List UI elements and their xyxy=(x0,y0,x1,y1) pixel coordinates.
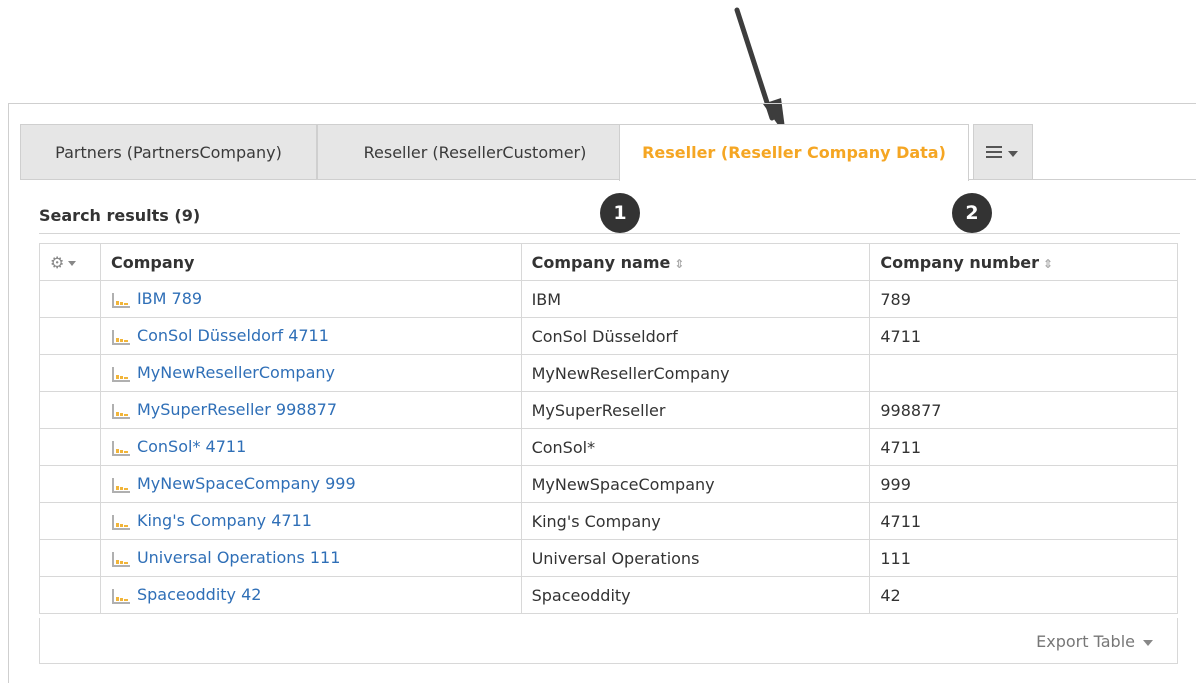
table-header-row: ⚙ Company Company name ⇕ Company number ⇕ xyxy=(39,243,1178,281)
tab-label: Reseller (ResellerCustomer) xyxy=(363,143,587,162)
chevron-down-icon xyxy=(1008,151,1018,157)
results-divider xyxy=(39,233,1180,234)
company-link[interactable]: IBM 789 xyxy=(137,289,202,308)
row-select-cell[interactable] xyxy=(39,502,101,540)
company-number-cell: 789 xyxy=(869,280,1178,318)
company-link[interactable]: King's Company 4711 xyxy=(137,511,312,530)
row-select-cell[interactable] xyxy=(39,539,101,577)
company-number-cell: 4711 xyxy=(869,317,1178,355)
tab-partners[interactable]: Partners (PartnersCompany) xyxy=(20,124,317,179)
company-cell: MyNewSpaceCompany 999 xyxy=(99,465,522,503)
tab-label: Reseller (Reseller Company Data) xyxy=(642,143,946,162)
company-name-cell: IBM xyxy=(520,280,871,318)
table-row[interactable]: IBM 789 IBM 789 xyxy=(39,280,1178,318)
header-company-name[interactable]: Company name ⇕ xyxy=(520,243,871,281)
header-company-number[interactable]: Company number ⇕ xyxy=(869,243,1178,281)
company-cell: MyNewResellerCompany xyxy=(99,354,522,392)
row-select-cell[interactable] xyxy=(39,428,101,466)
company-name-cell: MySuperReseller xyxy=(520,391,871,429)
tab-bar: Partners (PartnersCompany) Reseller (Res… xyxy=(20,124,1196,181)
sort-icon[interactable]: ⇕ xyxy=(1043,257,1053,271)
company-number-cell: 4711 xyxy=(869,428,1178,466)
table-row[interactable]: MySuperReseller 998877 MySuperReseller 998… xyxy=(39,391,1178,429)
row-select-cell[interactable] xyxy=(39,391,101,429)
company-number-cell: 111 xyxy=(869,539,1178,577)
header-company[interactable]: Company xyxy=(99,243,522,281)
table-row[interactable]: Spaceoddity 42 Spaceoddity 42 xyxy=(39,576,1178,614)
row-select-cell[interactable] xyxy=(39,317,101,355)
company-name-cell: MyNewResellerCompany xyxy=(520,354,871,392)
company-icon xyxy=(111,440,130,456)
tab-menu-button[interactable] xyxy=(973,124,1033,179)
header-label: Company name xyxy=(531,252,671,272)
company-icon xyxy=(111,551,130,567)
header-label: Company xyxy=(110,252,195,272)
company-number-cell: 999 xyxy=(869,465,1178,503)
callout-badge-2: 2 xyxy=(952,193,992,233)
company-cell: MySuperReseller 998877 xyxy=(99,391,522,429)
table-row[interactable]: ConSol* 4711 ConSol* 4711 xyxy=(39,428,1178,466)
company-number-cell: 4711 xyxy=(869,502,1178,540)
company-link[interactable]: MySuperReseller 998877 xyxy=(137,400,337,419)
company-link[interactable]: MyNewSpaceCompany 999 xyxy=(137,474,356,493)
tab-divider xyxy=(20,179,1196,180)
table-settings-button[interactable]: ⚙ xyxy=(39,243,101,281)
row-select-cell[interactable] xyxy=(39,465,101,503)
callout-badge-1: 1 xyxy=(600,193,640,233)
company-icon xyxy=(111,588,130,604)
company-link[interactable]: Spaceoddity 42 xyxy=(137,585,262,604)
row-select-cell[interactable] xyxy=(39,280,101,318)
company-link[interactable]: ConSol* 4711 xyxy=(137,437,246,456)
company-cell: IBM 789 xyxy=(99,280,522,318)
table-row[interactable]: ConSol Düsseldorf 4711 ConSol Düsseldorf 4… xyxy=(39,317,1178,355)
company-name-cell: King's Company xyxy=(520,502,871,540)
list-menu-icon xyxy=(986,146,1002,161)
company-name-cell: ConSol Düsseldorf xyxy=(520,317,871,355)
table-row[interactable]: MyNewResellerCompany MyNewResellerCompany xyxy=(39,354,1178,392)
row-select-cell[interactable] xyxy=(39,576,101,614)
company-number-cell: 998877 xyxy=(869,391,1178,429)
table-row[interactable]: King's Company 4711 King's Company 4711 xyxy=(39,502,1178,540)
company-name-cell: MyNewSpaceCompany xyxy=(520,465,871,503)
company-icon xyxy=(111,514,130,530)
chevron-down-icon xyxy=(68,260,77,266)
tab-label: Partners (PartnersCompany) xyxy=(55,143,282,162)
chevron-down-icon xyxy=(1143,639,1153,646)
row-select-cell[interactable] xyxy=(39,354,101,392)
search-results-title: Search results (9) xyxy=(39,206,201,225)
company-name-cell: Universal Operations xyxy=(520,539,871,577)
company-icon xyxy=(111,403,130,419)
company-link[interactable]: ConSol Düsseldorf 4711 xyxy=(137,326,329,345)
company-icon xyxy=(111,292,130,308)
company-link[interactable]: Universal Operations 111 xyxy=(137,548,340,567)
company-icon xyxy=(111,477,130,493)
export-label: Export Table xyxy=(1036,632,1135,651)
export-table-button[interactable]: Export Table xyxy=(1036,632,1153,651)
company-number-cell: 42 xyxy=(869,576,1178,614)
table-footer: Export Table xyxy=(39,618,1178,664)
company-link[interactable]: MyNewResellerCompany xyxy=(137,363,335,382)
gear-icon: ⚙ xyxy=(50,252,65,272)
company-cell: ConSol* 4711 xyxy=(99,428,522,466)
sort-icon[interactable]: ⇕ xyxy=(674,257,684,271)
company-cell: Spaceoddity 42 xyxy=(99,576,522,614)
results-table: ⚙ Company Company name ⇕ Company number ⇕ … xyxy=(39,243,1178,614)
company-icon xyxy=(111,329,130,345)
header-label: Company number xyxy=(880,252,1040,272)
tab-reseller-company-data[interactable]: Reseller (Reseller Company Data) xyxy=(619,124,969,181)
company-name-cell: ConSol* xyxy=(520,428,871,466)
company-icon xyxy=(111,366,130,382)
table-row[interactable]: Universal Operations 111 Universal Operat… xyxy=(39,539,1178,577)
company-name-cell: Spaceoddity xyxy=(520,576,871,614)
company-cell: King's Company 4711 xyxy=(99,502,522,540)
table-row[interactable]: MyNewSpaceCompany 999 MyNewSpaceCompany 99… xyxy=(39,465,1178,503)
company-cell: ConSol Düsseldorf 4711 xyxy=(99,317,522,355)
company-number-cell xyxy=(869,354,1178,392)
company-cell: Universal Operations 111 xyxy=(99,539,522,577)
tab-reseller-customer[interactable]: Reseller (ResellerCustomer) xyxy=(317,124,633,179)
